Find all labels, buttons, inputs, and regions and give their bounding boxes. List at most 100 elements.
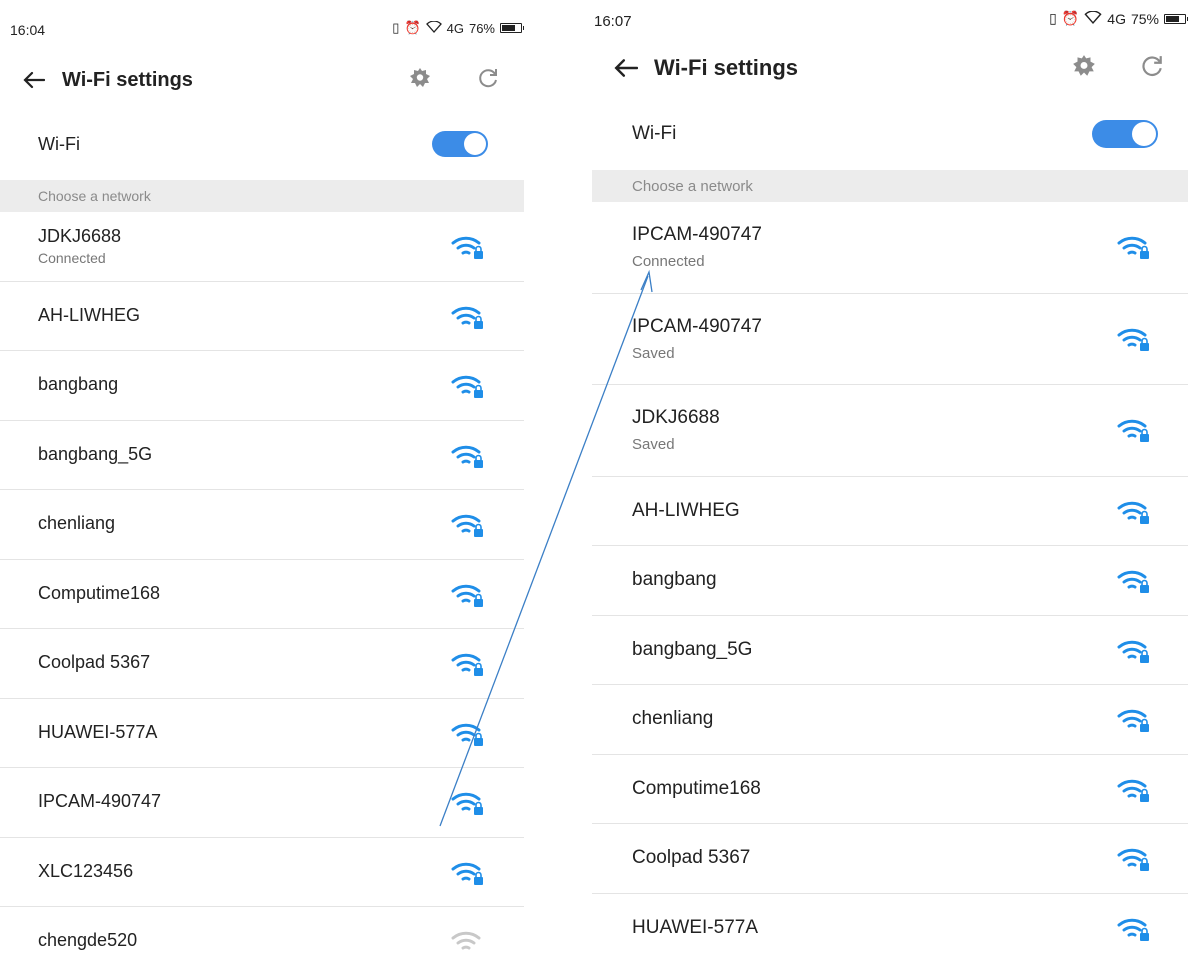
network-name: AH-LIWHEG xyxy=(632,499,740,521)
toggle-knob xyxy=(464,133,486,155)
network-status: Connected xyxy=(632,253,705,270)
network-item[interactable]: Computime168 xyxy=(0,560,524,629)
network-name: Coolpad 5367 xyxy=(38,652,151,672)
network-item[interactable]: Computime168 xyxy=(592,755,1188,824)
page-title: Wi-Fi settings xyxy=(62,68,193,91)
battery-icon xyxy=(1164,13,1188,24)
wifi-label: Wi-Fi xyxy=(38,133,80,154)
wifi-lock-icon xyxy=(450,373,484,399)
refresh-icon[interactable] xyxy=(1134,48,1170,84)
network-item[interactable]: XLC123456 xyxy=(0,838,524,907)
wifi-lock-icon xyxy=(450,234,484,260)
wifi-lock-icon xyxy=(450,582,484,608)
network-name: bangbang xyxy=(632,569,717,590)
wifi-lock-icon xyxy=(1116,234,1150,260)
wifi-lock-icon xyxy=(450,929,484,955)
network-item[interactable]: bangbang xyxy=(0,351,524,421)
network-name: HUAWEI-577A xyxy=(632,916,758,938)
back-arrow-icon[interactable] xyxy=(14,60,54,100)
battery-icon xyxy=(500,23,524,33)
refresh-icon[interactable] xyxy=(470,60,506,96)
network-name: chenliang xyxy=(38,513,116,533)
signal-label: 4G xyxy=(1107,10,1126,27)
network-item[interactable]: Coolpad 5367 xyxy=(0,629,524,699)
alarm-icon: ⏰ xyxy=(404,20,421,35)
alarm-icon: ⏰ xyxy=(1061,10,1080,26)
toolbar: Wi-Fi settings xyxy=(592,38,1188,98)
network-name: IPCAM-490747 xyxy=(38,791,162,811)
network-status: Saved xyxy=(632,436,675,453)
toolbar: Wi-Fi settings xyxy=(0,50,524,110)
right-screen: 16:07 ▯ ⏰ 4G 75% Wi-Fi settings Wi-Fi Ch… xyxy=(592,0,1188,957)
wifi-toggle[interactable] xyxy=(432,131,488,157)
wifi-lock-icon xyxy=(450,790,484,816)
signal-label: 4G xyxy=(446,20,464,36)
battery-percent: 75% xyxy=(1130,10,1159,27)
wifi-label: Wi-Fi xyxy=(632,123,677,144)
page-title: Wi-Fi settings xyxy=(654,55,799,80)
status-icons: ▯ ⏰ 4G 76% xyxy=(392,19,524,36)
network-item[interactable]: IPCAM-490747 xyxy=(0,768,524,838)
wifi-lock-icon xyxy=(450,443,484,469)
network-name: bangbang_5G xyxy=(38,443,153,464)
wifi-lock-icon xyxy=(1116,499,1150,525)
toggle-knob xyxy=(1132,122,1156,146)
network-name: Computime168 xyxy=(632,777,761,799)
wifi-lock-icon xyxy=(1116,417,1150,443)
wifi-toggle-row[interactable]: Wi-Fi xyxy=(592,103,1188,165)
wifi-lock-icon xyxy=(1116,707,1150,733)
network-name: chengde520 xyxy=(38,930,138,950)
network-item[interactable]: chenliang xyxy=(592,685,1188,755)
network-name: HUAWEI-577A xyxy=(38,721,158,742)
wifi-toggle-row[interactable]: Wi-Fi xyxy=(0,113,524,175)
network-item[interactable]: bangbang_5G xyxy=(592,616,1188,685)
network-name: JDKJ6688 xyxy=(38,226,122,246)
network-item[interactable]: bangbang_5G xyxy=(0,421,524,490)
wifi-lock-icon xyxy=(450,304,484,330)
section-header: Choose a network xyxy=(592,170,1188,202)
wifi-lock-icon xyxy=(1116,638,1150,664)
battery-percent: 76% xyxy=(468,20,495,36)
network-item[interactable]: chengde520 xyxy=(0,907,524,957)
wifi-lock-icon xyxy=(450,860,484,886)
wifi-lock-icon xyxy=(450,721,484,747)
network-list: IPCAM-490747 Connected IPCAM-490747 Saved JD… xyxy=(592,202,1188,957)
network-item[interactable]: HUAWEI-577A xyxy=(0,699,524,768)
gear-icon[interactable] xyxy=(1066,48,1102,84)
network-item[interactable]: AH-LIWHEG xyxy=(0,282,524,351)
network-item[interactable]: JDKJ6688 Connected xyxy=(0,212,524,282)
wifi-lock-icon xyxy=(1116,777,1150,803)
left-screen: 16:04 ▯ ⏰ 4G 76% Wi-Fi settings Wi-Fi Ch… xyxy=(0,0,524,957)
network-item[interactable]: IPCAM-490747 Connected xyxy=(592,202,1188,294)
network-item[interactable]: AH-LIWHEG xyxy=(592,477,1188,546)
network-status: Saved xyxy=(632,344,675,362)
wifi-lock-icon xyxy=(1116,568,1150,594)
status-time: 16:07 xyxy=(594,13,632,30)
status-time: 16:04 xyxy=(10,22,46,38)
network-name: JDKJ6688 xyxy=(632,407,720,428)
network-item[interactable]: bangbang xyxy=(592,546,1188,616)
network-item[interactable]: HUAWEI-577A xyxy=(592,894,1188,957)
wifi-toggle[interactable] xyxy=(1092,120,1158,148)
network-name: IPCAM-490747 xyxy=(632,224,762,245)
vibrate-icon: ▯ xyxy=(392,20,400,35)
network-item[interactable]: JDKJ6688 Saved xyxy=(592,385,1188,477)
network-name: IPCAM-490747 xyxy=(632,315,762,337)
status-bar: 16:04 ▯ ⏰ 4G 76% xyxy=(0,0,524,44)
wifi-lock-icon xyxy=(1116,846,1150,872)
network-item[interactable]: IPCAM-490747 Saved xyxy=(592,294,1188,385)
network-name: bangbang_5G xyxy=(632,638,753,660)
status-icons: ▯ ⏰ 4G 75% xyxy=(1049,10,1188,27)
back-arrow-icon[interactable] xyxy=(606,48,646,88)
wifi-lock-icon xyxy=(1116,916,1150,942)
wifi-status-icon xyxy=(1084,10,1102,27)
gear-icon[interactable] xyxy=(402,60,438,96)
network-status: Connected xyxy=(38,250,106,266)
network-item[interactable]: Coolpad 5367 xyxy=(592,824,1188,894)
network-name: bangbang xyxy=(38,374,119,394)
vibrate-icon: ▯ xyxy=(1049,10,1057,26)
network-item[interactable]: chenliang xyxy=(0,490,524,560)
network-list: JDKJ6688 Connected AH-LIWHEG bangbang bangba… xyxy=(0,212,524,957)
wifi-lock-icon xyxy=(450,651,484,677)
wifi-lock-icon xyxy=(450,512,484,538)
